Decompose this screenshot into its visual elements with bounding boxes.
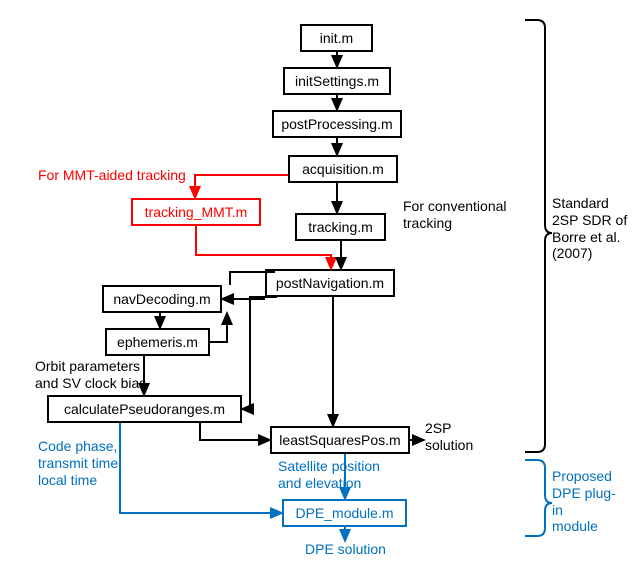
node-ephemeris: ephemeris.m <box>105 328 210 356</box>
label-sat-pos: Satellite position and elevation <box>278 458 380 492</box>
label-right-top: Standard 2SP SDR of Borre et al. (2007) <box>552 195 627 262</box>
label-right-bottom: Proposed DPE plug- in module <box>552 468 616 535</box>
node-navDecoding: navDecoding.m <box>102 285 222 313</box>
arrow <box>195 175 288 198</box>
arrow <box>210 313 227 342</box>
node-postProcessing: postProcessing.m <box>272 110 402 138</box>
node-postNavigation: postNavigation.m <box>265 269 395 297</box>
arrow <box>120 423 282 513</box>
node-calcPseudo: calculatePseudoranges.m <box>47 395 242 423</box>
arrow <box>200 423 270 440</box>
label-code-phase: Code phase, transmit time, local time <box>38 438 122 488</box>
label-dpe-solution: DPE solution <box>305 541 386 558</box>
node-tracking: tracking.m <box>295 213 386 241</box>
node-leastSquares: leastSquaresPos.m <box>270 426 410 454</box>
node-dpeModule: DPE_module.m <box>282 499 407 527</box>
label-orbit: Orbit parameters and SV clock bias <box>35 358 146 392</box>
arrow <box>242 297 277 409</box>
node-acquisition: acquisition.m <box>288 155 398 183</box>
node-init: init.m <box>300 24 373 52</box>
node-trackingMMT: tracking_MMT.m <box>131 198 261 226</box>
label-conventional: For conventional tracking <box>403 198 507 232</box>
node-initSettings: initSettings.m <box>283 67 391 95</box>
label-2sp-solution: 2SP solution <box>425 420 473 454</box>
label-mmt-aided: For MMT-aided tracking <box>38 167 186 184</box>
bracket-bottom <box>525 460 552 536</box>
bracket-top <box>525 20 552 452</box>
